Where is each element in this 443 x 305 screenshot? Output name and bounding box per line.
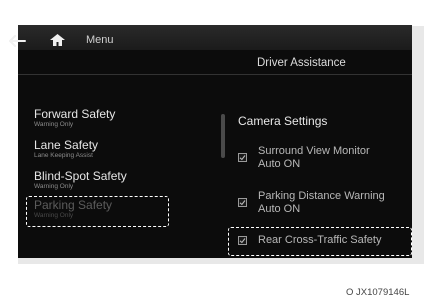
checkbox[interactable] xyxy=(238,153,247,162)
menu-scrollbar[interactable] xyxy=(221,114,225,158)
camera-settings-title: Camera Settings xyxy=(238,114,328,128)
check-icon xyxy=(239,200,246,206)
sidebar-item-value: Warning Only xyxy=(34,121,74,128)
sidebar-item-label: Lane Safety xyxy=(34,138,99,152)
sidebar-item-forward-safety[interactable]: Forward Safety Warning Only xyxy=(34,108,115,129)
home-icon[interactable] xyxy=(49,33,66,47)
rear-cross-traffic-highlight xyxy=(228,227,412,256)
check-icon xyxy=(239,155,246,161)
option-value: Auto ON xyxy=(258,158,301,170)
sidebar-item-value: Warning Only xyxy=(34,183,74,190)
figure-code: O JX1079146L xyxy=(346,287,410,298)
checkbox[interactable] xyxy=(238,198,247,207)
page-title: Driver Assistance xyxy=(257,57,346,69)
top-bar xyxy=(18,25,412,50)
header-divider xyxy=(18,74,412,75)
option-value: Auto ON xyxy=(258,203,301,215)
menu-button[interactable]: Menu xyxy=(86,34,114,46)
sidebar-item-label: Forward Safety xyxy=(34,107,116,121)
option-label: Parking Distance Warning xyxy=(258,190,385,202)
option-label: Surround View Monitor xyxy=(258,145,370,157)
parking-safety-highlight xyxy=(26,196,169,227)
sidebar-item-lane-safety[interactable]: Lane Safety Lane Keeping Assist xyxy=(34,139,98,160)
sidebar-item-blind-spot-safety[interactable]: Blind-Spot Safety Warning Only xyxy=(34,170,127,191)
sidebar-item-value: Lane Keeping Assist xyxy=(34,152,93,159)
sidebar-item-label: Blind-Spot Safety xyxy=(34,169,127,183)
back-arrow-icon[interactable] xyxy=(8,35,26,47)
